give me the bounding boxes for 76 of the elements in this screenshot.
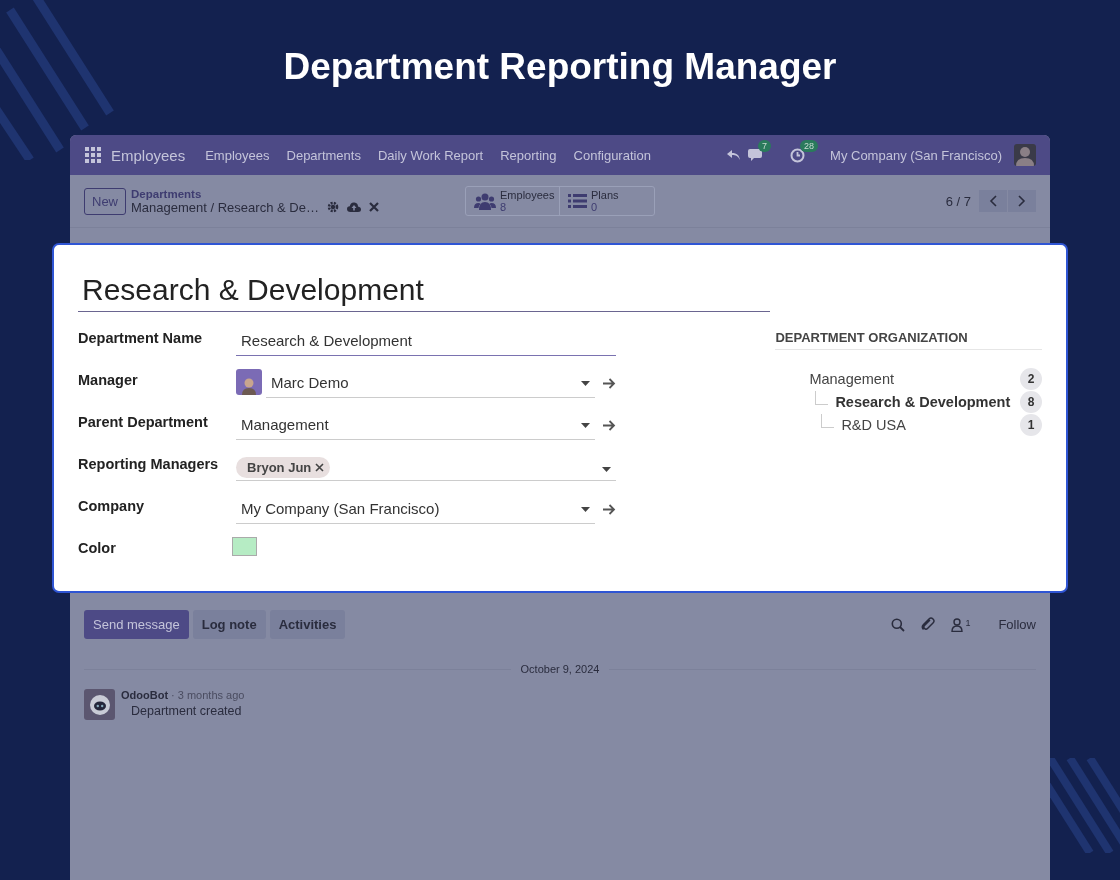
search-icon[interactable] <box>891 617 906 632</box>
count-badge: 1 <box>1020 413 1042 436</box>
user-avatar[interactable] <box>1014 144 1036 166</box>
avatar-placeholder <box>236 369 262 395</box>
caret-icon <box>581 423 590 428</box>
date-separator: October 9, 2024 <box>519 663 601 675</box>
field-label: Reporting Managers <box>78 456 220 474</box>
dropdown-field[interactable]: Management <box>236 414 595 440</box>
menu-item[interactable]: Configuration <box>573 147 651 163</box>
user-icon[interactable] <box>951 617 964 632</box>
breadcrumb-current: Management / Research & De… <box>131 199 319 215</box>
text-input[interactable]: Research & Development <box>236 330 616 356</box>
tag-label: Bryon Jun <box>247 459 312 475</box>
breadcrumb-link[interactable]: Departments <box>131 187 465 200</box>
dropdown-field[interactable]: My Company (San Francisco) <box>236 498 595 524</box>
followers-count: 1 <box>965 617 971 628</box>
robot-avatar-icon <box>84 689 115 720</box>
count-badge: 2 <box>1020 367 1042 390</box>
company-switcher[interactable]: My Company (San Francisco) <box>830 147 1002 163</box>
clock-icon[interactable] <box>790 147 806 163</box>
chatter-button[interactable]: Send message <box>84 610 189 639</box>
message-count-badge: 7 <box>758 140 772 152</box>
menu-item[interactable]: Employees <box>205 147 270 163</box>
field-label: Company <box>78 498 146 516</box>
banner-title: Department Reporting Manager <box>283 45 837 89</box>
smart-button-count: 8 <box>500 201 508 213</box>
message-author[interactable]: OdooBot <box>121 689 169 701</box>
field-label: Manager <box>78 372 139 390</box>
color-swatch[interactable] <box>232 537 257 556</box>
record-title: Research & Development <box>78 273 770 312</box>
remove-icon[interactable] <box>315 462 325 472</box>
previous-button[interactable] <box>979 190 1007 212</box>
activity-count-badge: 28 <box>800 139 819 152</box>
field-label: Parent Department <box>78 414 209 432</box>
paperclip-icon[interactable] <box>921 617 936 632</box>
caret-icon <box>602 466 611 472</box>
arrow-right-icon[interactable] <box>603 504 616 515</box>
chatter-button[interactable]: Activities <box>269 610 346 639</box>
section-heading: DEPARTMENT ORGANIZATION <box>775 330 1042 350</box>
smart-button[interactable]: Employees 8 <box>466 187 560 215</box>
chatter-button[interactable]: Log note <box>192 610 266 639</box>
field-label: Department Name <box>78 330 204 348</box>
tags-field[interactable]: Bryon Jun <box>236 452 616 481</box>
list-icon <box>568 194 587 208</box>
smart-button[interactable]: Plans 0 <box>560 187 654 215</box>
menu-item[interactable]: Reporting <box>500 147 557 163</box>
arrow-right-icon[interactable] <box>603 378 616 389</box>
gear-icon[interactable] <box>326 201 339 213</box>
caret-icon <box>581 381 590 386</box>
menu-item[interactable]: Daily Work Report <box>377 147 484 163</box>
department-tree-item[interactable]: Research & Development <box>835 393 1011 410</box>
smart-button-label: Plans <box>591 189 619 201</box>
smart-button-count: 0 <box>591 201 599 213</box>
next-button[interactable] <box>1008 190 1036 212</box>
message-time: · 3 months ago <box>171 689 245 701</box>
arrow-right-icon[interactable] <box>603 420 616 431</box>
dropdown-field[interactable]: Marc Demo <box>266 372 595 398</box>
count-badge: 8 <box>1020 390 1042 413</box>
caret-icon <box>581 507 590 512</box>
app-name[interactable]: Employees <box>111 146 186 164</box>
field-label: Color <box>78 540 117 558</box>
cloud-upload-icon[interactable] <box>346 202 361 212</box>
chevron-left-icon <box>989 195 997 207</box>
message-text: Department created <box>131 704 243 718</box>
department-tree-item[interactable]: R&D USA <box>841 416 906 433</box>
chevron-right-icon <box>1018 195 1026 207</box>
close-icon[interactable] <box>368 202 379 212</box>
people-icon <box>474 192 496 210</box>
pager-value: 6 / 7 <box>945 193 971 209</box>
app-grid-icon[interactable] <box>85 147 101 163</box>
reply-arrow-icon[interactable] <box>726 149 742 161</box>
smart-button-label: Employees <box>500 189 555 201</box>
follow-link[interactable]: Follow <box>998 617 1036 632</box>
department-tree-item[interactable]: Management <box>809 370 895 387</box>
menu-item[interactable]: Departments <box>286 147 361 163</box>
new-button[interactable]: New <box>84 187 126 215</box>
